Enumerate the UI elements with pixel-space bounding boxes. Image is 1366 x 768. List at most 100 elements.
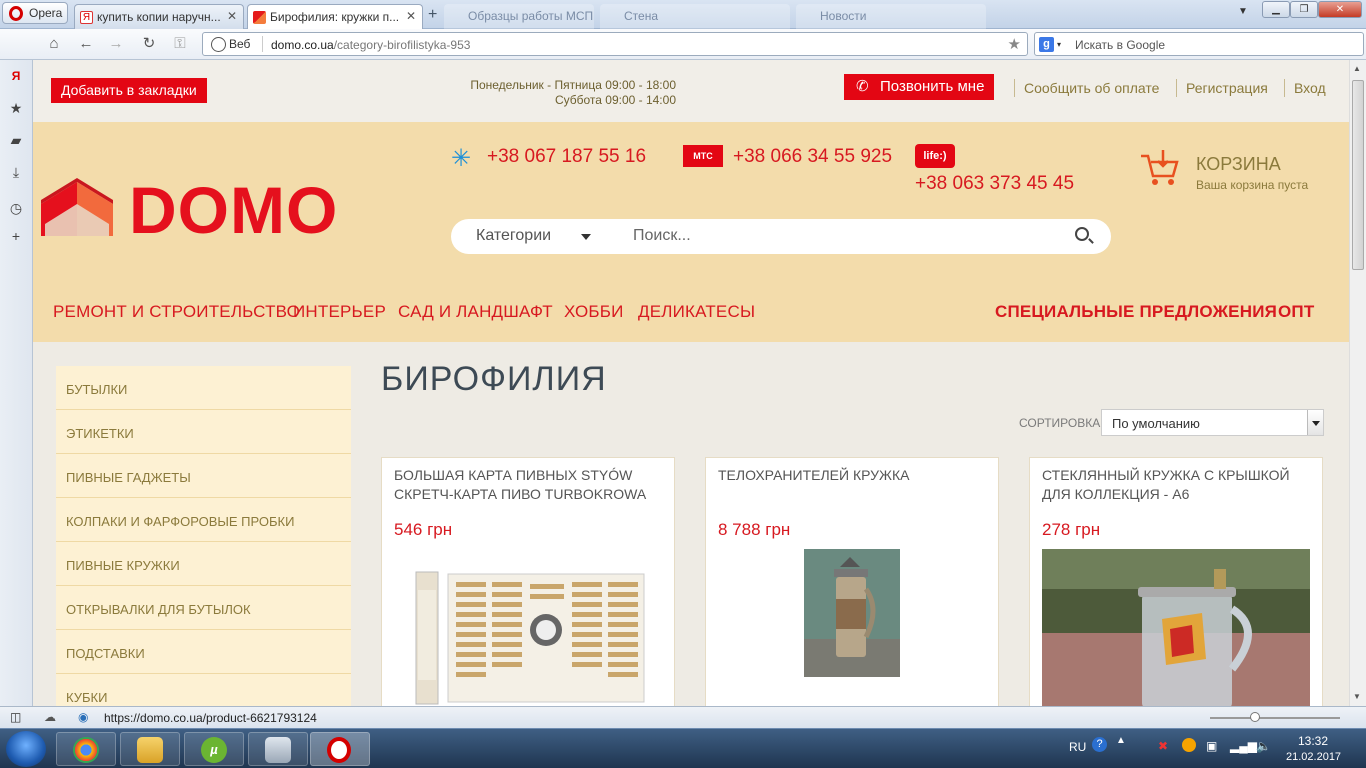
new-tab-icon[interactable]: + — [428, 6, 437, 24]
home-icon[interactable]: ⌂ — [46, 36, 62, 52]
maximize-button[interactable]: ❐ — [1290, 1, 1318, 18]
close-window-button[interactable]: ✕ — [1318, 1, 1362, 18]
tab-1[interactable]: Я купить копии наручн... ✕ — [74, 4, 244, 29]
menu-interior[interactable]: ИНТЕРЬЕР — [293, 302, 386, 322]
clock-time[interactable]: 13:32 — [1298, 734, 1328, 748]
tray-expand-icon[interactable]: ▲ — [1116, 735, 1126, 746]
taskbar-calculator[interactable] — [248, 732, 308, 766]
cart-icon[interactable] — [1139, 148, 1181, 188]
domo-favicon-icon — [253, 11, 266, 24]
volume-icon[interactable]: 🔈 — [1256, 739, 1271, 753]
scroll-down-icon[interactable]: ▼ — [1353, 692, 1361, 701]
history-clock-icon[interactable]: ◷ — [8, 200, 24, 216]
report-payment-link[interactable]: Сообщить об оплате — [1024, 80, 1159, 96]
page-scrollbar[interactable]: ▲ ▼ — [1349, 60, 1366, 706]
callback-button[interactable]: ✆ Позвонить мне — [844, 74, 995, 100]
sidebar-item-openers[interactable]: ОТКРЫВАЛКИ ДЛЯ БУТЫЛОК — [56, 586, 351, 630]
taskbar-opera[interactable] — [310, 732, 370, 766]
sidebar-item-beer-mugs[interactable]: ПИВНЫЕ КРУЖКИ — [56, 542, 351, 586]
minimize-button[interactable]: ▁ — [1262, 1, 1290, 18]
product-name[interactable]: Телохранителей кружка — [718, 466, 988, 485]
phone-mts[interactable]: +38 066 34 55 925 — [733, 146, 892, 168]
clock-date[interactable]: 21.02.2017 — [1286, 751, 1341, 763]
opera-menu-button[interactable]: Opera — [2, 2, 68, 24]
chevron-down-icon[interactable]: ▾ — [1057, 40, 1061, 49]
sidebar-item-coasters[interactable]: ПОДСТАВКИ — [56, 630, 351, 674]
register-link[interactable]: Регистрация — [1186, 80, 1268, 96]
turbo-icon[interactable]: ◉ — [78, 710, 88, 724]
taskbar-chrome[interactable] — [56, 732, 116, 766]
signal-icon[interactable]: ▂▄▆ — [1230, 739, 1257, 753]
phone-life[interactable]: +38 063 373 45 45 — [915, 173, 1074, 195]
product-image-stein[interactable] — [804, 549, 900, 677]
menu-repair[interactable]: РЕМОНТ И СТРОИТЕЛЬСТВО — [53, 302, 300, 322]
tab-2-active[interactable]: Бирофилия: кружки п... ✕ — [247, 4, 423, 30]
scroll-up-icon[interactable]: ▲ — [1353, 64, 1361, 73]
reload-icon[interactable]: ↻ — [141, 36, 157, 52]
key-icon[interactable]: ⚿ — [172, 36, 188, 52]
product-name[interactable]: Большая карта пивных Styów скретч-карта … — [394, 466, 664, 504]
category-dropdown[interactable]: Категории — [476, 227, 551, 245]
menu-garden[interactable]: САД И ЛАНДШАФТ — [398, 302, 553, 322]
product-image-beer-map[interactable] — [412, 570, 647, 706]
device-icon[interactable]: ▣ — [1206, 739, 1217, 753]
add-bookmark-button[interactable]: Добавить в закладки — [51, 78, 207, 103]
avast-icon[interactable] — [1182, 738, 1196, 752]
address-text[interactable]: domo.co.ua/category-birofilistyka-953 — [271, 38, 470, 52]
cloud-icon[interactable]: ☁ — [44, 710, 56, 724]
sidebar-item-cups[interactable]: КУБКИ — [56, 674, 351, 706]
bookmark-star-icon[interactable]: ★ — [1008, 35, 1021, 53]
opera-icon — [327, 737, 351, 763]
sidebar-item-caps[interactable]: КОЛПАКИ И ФАРФОРОВЫЕ ПРОБКИ — [56, 498, 351, 542]
scrollbar-thumb[interactable] — [1352, 80, 1364, 270]
cart-title[interactable]: КОРЗИНА — [1196, 154, 1281, 175]
start-button[interactable] — [6, 731, 46, 767]
login-link[interactable]: Вход — [1294, 80, 1326, 96]
domo-logo-icon[interactable] — [41, 178, 113, 236]
phone-kyivstar[interactable]: +38 067 187 55 16 — [487, 146, 646, 168]
language-indicator[interactable]: RU — [1069, 740, 1086, 754]
taskbar-explorer[interactable] — [120, 732, 180, 766]
menu-wholesale[interactable]: ОПТ — [1278, 302, 1314, 322]
chevron-down-icon[interactable] — [581, 234, 591, 240]
menu-special-offers[interactable]: СПЕЦИАЛЬНЫЕ ПРЕДЛОЖЕНИЯ — [995, 302, 1277, 322]
sidebar-item-bottles[interactable]: БУТЫЛКИ — [56, 366, 351, 410]
taskbar-utorrent[interactable]: µ — [184, 732, 244, 766]
product-image-glass-stein[interactable] — [1042, 549, 1310, 706]
google-icon[interactable]: g — [1039, 37, 1054, 52]
product-card[interactable]: Стеклянный кружка с крышкой для коллекци… — [1029, 457, 1323, 706]
web-security-badge[interactable]: Веб — [211, 37, 250, 52]
notes-icon[interactable]: ▰ — [8, 132, 24, 148]
bookmarks-star-icon[interactable]: ★ — [8, 100, 24, 116]
search-icon[interactable] — [1075, 227, 1089, 241]
back-icon[interactable]: ← — [78, 36, 94, 52]
product-name[interactable]: Стеклянный кружка с крышкой для коллекци… — [1042, 466, 1312, 504]
sidebar-item-labels[interactable]: ЭТИКЕТКИ — [56, 410, 351, 454]
close-icon[interactable]: ✕ — [406, 9, 416, 23]
yandex-icon[interactable]: Я — [8, 68, 24, 84]
downloads-icon[interactable]: ⤓ — [8, 164, 24, 180]
sort-select[interactable]: По умолчанию — [1101, 409, 1324, 436]
add-panel-icon[interactable]: + — [8, 228, 24, 244]
help-icon[interactable]: ? — [1092, 737, 1107, 752]
mts-logo: МТС — [683, 145, 723, 167]
product-card[interactable]: Большая карта пивных Styów скретч-карта … — [381, 457, 675, 706]
chevron-down-icon[interactable] — [1307, 410, 1323, 435]
search-input[interactable]: Поиск... — [633, 227, 691, 245]
address-bar[interactable]: Веб domo.co.ua/category-birofilistyka-95… — [202, 32, 1028, 56]
product-card[interactable]: Телохранителей кружка 8 788 грн — [705, 457, 999, 706]
sidebar-item-beer-gadgets[interactable]: ПИВНЫЕ ГАДЖЕТЫ — [56, 454, 351, 498]
tab-list-chevron-icon[interactable]: ▼ — [1238, 6, 1248, 17]
zoom-handle[interactable] — [1250, 712, 1260, 722]
menu-hobby[interactable]: ХОББИ — [564, 302, 624, 322]
zoom-slider[interactable] — [1210, 712, 1340, 722]
ghost-tab: Новости — [796, 4, 986, 29]
domo-logo-text[interactable]: DOMO — [129, 172, 338, 248]
cart-subtitle: Ваша корзина пуста — [1196, 178, 1309, 192]
panel-toggle-icon[interactable]: ◫ — [10, 710, 21, 724]
network-error-icon[interactable]: ✖ — [1158, 739, 1168, 753]
menu-delicacies[interactable]: ДЕЛИКАТЕСЫ — [638, 302, 755, 322]
google-search-field[interactable]: g ▾ Искать в Google — [1034, 32, 1364, 56]
forward-icon[interactable]: → — [108, 36, 124, 52]
close-icon[interactable]: ✕ — [227, 9, 237, 23]
